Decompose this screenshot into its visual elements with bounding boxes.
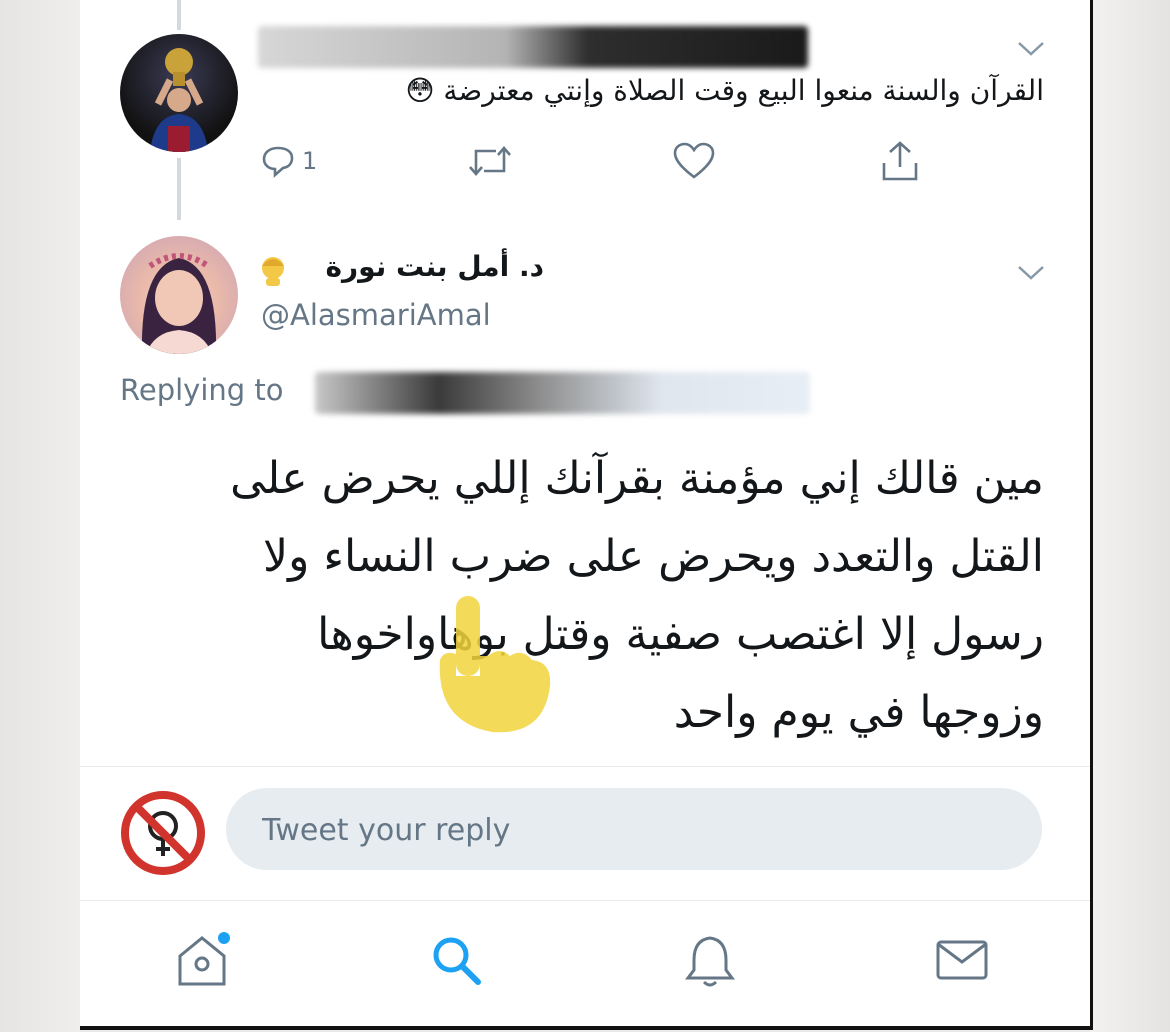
tweet-body-line: رسول إلا اغتصب صفية وقتل بوهاواخوها — [317, 609, 1044, 660]
twitter-thread-screen: القرآن والسنة منعوا البيع وقت الصلاة وإن… — [80, 0, 1093, 1030]
no-symbol-avatar-icon[interactable] — [118, 788, 208, 878]
parent-tweet-text: القرآن والسنة منعوا البيع وقت الصلاة وإن… — [405, 74, 1044, 107]
tweet-body-line: وزوجها في يوم واحد — [673, 687, 1044, 738]
thread-line-top — [177, 0, 181, 30]
blurred-replying-to-handle[interactable] — [315, 372, 810, 414]
reply-icon — [262, 146, 294, 178]
tweet-body-line: مين قالك إني مؤمنة بقرآنك إللي يحرض على — [230, 453, 1044, 504]
replying-to-label: Replying to — [120, 373, 284, 407]
tweet-body-line: القتل والتعدد ويحرض على ضرب النساء ولا — [263, 531, 1044, 582]
reply-count: 1 — [302, 147, 318, 175]
share-icon — [882, 141, 918, 181]
bell-icon[interactable] — [680, 930, 740, 990]
pointing-hand-icon — [439, 596, 551, 733]
reply-field-container[interactable] — [226, 788, 1042, 872]
author-display-name[interactable]: د. أمل بنت نورة — [326, 250, 544, 283]
author-avatar[interactable] — [120, 236, 238, 354]
emoji-badge-icon — [262, 257, 284, 286]
author-handle[interactable]: @AlasmariAmal — [261, 298, 491, 332]
blurred-username — [258, 26, 808, 68]
parent-tweet-avatar[interactable] — [120, 34, 238, 152]
chevron-down-icon[interactable] — [1016, 38, 1046, 58]
avatar-photo-icon — [150, 48, 208, 152]
avatar-photo-icon — [141, 253, 217, 354]
tweet-reply-input[interactable] — [260, 788, 1024, 872]
like-action[interactable] — [672, 138, 716, 184]
search-icon[interactable] — [426, 930, 486, 990]
background-left — [0, 0, 80, 1032]
mail-icon[interactable] — [932, 930, 992, 990]
share-action[interactable] — [878, 138, 922, 184]
divider — [80, 766, 1090, 767]
heart-icon — [673, 142, 715, 179]
home-icon[interactable] — [172, 930, 232, 990]
retweet-icon — [469, 146, 511, 176]
chevron-down-icon[interactable] — [1016, 262, 1046, 282]
tweet-body: مين قالك إني مؤمنة بقرآنك إللي يحرض على … — [144, 440, 1044, 752]
background-right — [1090, 0, 1170, 1032]
thread-line-connector — [177, 158, 181, 220]
divider — [80, 900, 1090, 901]
reply-action[interactable]: 1 — [260, 138, 317, 184]
retweet-action[interactable] — [466, 138, 514, 184]
